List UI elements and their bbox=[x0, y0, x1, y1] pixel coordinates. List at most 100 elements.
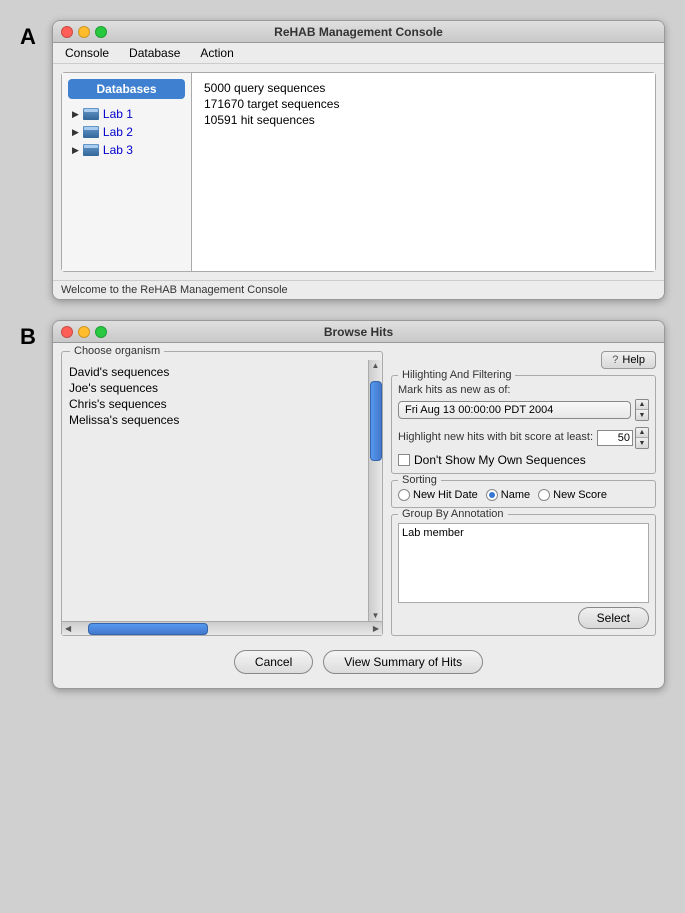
db-item-lab3[interactable]: ▶ Lab 3 bbox=[68, 141, 185, 159]
scrollbar-thumb-vert[interactable] bbox=[370, 381, 382, 461]
window-b-title: Browse Hits bbox=[324, 325, 393, 339]
window-a-content: Databases ▶ Lab 1 ▶ Lab 2 ▶ Lab 3 bbox=[61, 72, 656, 272]
databases-header: Databases bbox=[68, 79, 185, 99]
traffic-lights-a bbox=[61, 26, 107, 38]
info-line-3: 10591 hit sequences bbox=[204, 113, 643, 127]
minimize-button-a[interactable] bbox=[78, 26, 90, 38]
radio-label-new-hit-date: New Hit Date bbox=[413, 489, 478, 501]
scrollbar-thumb-horiz[interactable] bbox=[88, 623, 208, 635]
stepper-up-icon[interactable]: ▲ bbox=[636, 400, 648, 410]
highlight-label: Highlight new hits with bit score at lea… bbox=[398, 431, 593, 443]
title-bar-a: ReHAB Management Console bbox=[53, 21, 664, 43]
list-item[interactable]: Chris's sequences bbox=[66, 396, 364, 412]
score-row: Highlight new hits with bit score at lea… bbox=[398, 427, 649, 449]
info-line-2: 171670 target sequences bbox=[204, 97, 643, 111]
db-icon-lab1 bbox=[83, 108, 99, 120]
db-item-lab1[interactable]: ▶ Lab 1 bbox=[68, 105, 185, 123]
help-button-label: Help bbox=[622, 354, 645, 366]
score-stepper[interactable]: ▲ ▼ bbox=[635, 427, 649, 449]
browse-main: Choose organism David's sequences Joe's … bbox=[61, 351, 656, 636]
select-button[interactable]: Select bbox=[578, 607, 649, 629]
radio-new-hit-date[interactable]: New Hit Date bbox=[398, 489, 478, 501]
triangle-icon: ▶ bbox=[72, 145, 79, 156]
score-stepper-down-icon[interactable]: ▼ bbox=[636, 438, 648, 448]
menu-database[interactable]: Database bbox=[125, 45, 184, 61]
help-row: ? Help bbox=[391, 351, 656, 369]
date-stepper[interactable]: ▲ ▼ bbox=[635, 399, 649, 421]
triangle-icon: ▶ bbox=[72, 109, 79, 120]
window-b: Browse Hits Choose organism David's sequ… bbox=[52, 320, 665, 689]
dont-show-label: Don't Show My Own Sequences bbox=[414, 453, 586, 467]
close-button-a[interactable] bbox=[61, 26, 73, 38]
radio-label-new-score: New Score bbox=[553, 489, 607, 501]
list-item[interactable]: Melissa's sequences bbox=[66, 412, 364, 428]
zoom-button-a[interactable] bbox=[95, 26, 107, 38]
view-summary-button[interactable]: View Summary of Hits bbox=[323, 650, 483, 674]
organism-list[interactable]: David's sequences Joe's sequences Chris'… bbox=[62, 360, 368, 621]
traffic-lights-b bbox=[61, 326, 107, 338]
db-icon-lab3 bbox=[83, 144, 99, 156]
date-value: Fri Aug 13 00:00:00 PDT 2004 bbox=[405, 404, 553, 416]
window-a: ReHAB Management Console Console Databas… bbox=[52, 20, 665, 300]
db-icon-lab2 bbox=[83, 126, 99, 138]
info-panel: 5000 query sequences 171670 target seque… bbox=[192, 73, 655, 271]
section-b-label: B bbox=[20, 324, 44, 350]
filtering-legend: Hilighting And Filtering bbox=[398, 369, 515, 381]
sorting-group: Sorting New Hit Date Name bbox=[391, 480, 656, 508]
dont-show-row: Don't Show My Own Sequences bbox=[398, 453, 649, 467]
help-button[interactable]: ? Help bbox=[601, 351, 656, 369]
choose-organism-group: Choose organism David's sequences Joe's … bbox=[61, 351, 383, 636]
scroll-down-icon[interactable]: ▼ bbox=[369, 610, 382, 621]
radio-name[interactable]: Name bbox=[486, 489, 530, 501]
select-btn-row: Select bbox=[398, 607, 649, 629]
sorting-legend: Sorting bbox=[398, 474, 441, 486]
scroll-up-icon[interactable]: ▲ bbox=[369, 360, 382, 371]
score-value-box: ▲ ▼ bbox=[597, 427, 649, 449]
db-label-lab1: Lab 1 bbox=[103, 107, 133, 121]
dont-show-checkbox[interactable] bbox=[398, 454, 410, 466]
db-item-lab2[interactable]: ▶ Lab 2 bbox=[68, 123, 185, 141]
window-a-title: ReHAB Management Console bbox=[274, 25, 443, 39]
annotation-item[interactable]: Lab member bbox=[402, 527, 645, 539]
list-item[interactable]: Joe's sequences bbox=[66, 380, 364, 396]
score-stepper-up-icon[interactable]: ▲ bbox=[636, 428, 648, 438]
menu-console[interactable]: Console bbox=[61, 45, 113, 61]
horizontal-scrollbar[interactable]: ◀ ▶ bbox=[62, 621, 382, 635]
minimize-button-b[interactable] bbox=[78, 326, 90, 338]
zoom-button-b[interactable] bbox=[95, 326, 107, 338]
triangle-icon: ▶ bbox=[72, 127, 79, 138]
section-b: B Browse Hits Choose organism David's se… bbox=[20, 320, 665, 689]
radio-circle-new-score[interactable] bbox=[538, 489, 550, 501]
stepper-down-icon[interactable]: ▼ bbox=[636, 410, 648, 420]
annotation-list[interactable]: Lab member bbox=[398, 523, 649, 603]
date-select[interactable]: Fri Aug 13 00:00:00 PDT 2004 bbox=[398, 401, 631, 419]
radio-label-name: Name bbox=[501, 489, 530, 501]
date-select-row: Fri Aug 13 00:00:00 PDT 2004 ▲ ▼ bbox=[398, 399, 649, 421]
help-icon: ? bbox=[612, 354, 618, 366]
list-scroll-wrapper: David's sequences Joe's sequences Chris'… bbox=[62, 360, 382, 621]
info-line-1: 5000 query sequences bbox=[204, 81, 643, 95]
cancel-button[interactable]: Cancel bbox=[234, 650, 313, 674]
radio-circle-name[interactable] bbox=[486, 489, 498, 501]
annotation-group: Group By Annotation Lab member Select bbox=[391, 514, 656, 636]
databases-panel: Databases ▶ Lab 1 ▶ Lab 2 ▶ Lab 3 bbox=[62, 73, 192, 271]
right-panel: ? Help Hilighting And Filtering Mark hit… bbox=[391, 351, 656, 636]
scroll-left-icon[interactable]: ◀ bbox=[62, 623, 74, 634]
status-bar-a: Welcome to the ReHAB Management Console bbox=[53, 280, 664, 299]
organism-panel: Choose organism David's sequences Joe's … bbox=[61, 351, 383, 636]
window-b-content: Choose organism David's sequences Joe's … bbox=[53, 343, 664, 688]
menu-action[interactable]: Action bbox=[196, 45, 237, 61]
vertical-scrollbar[interactable]: ▲ ▼ bbox=[368, 360, 382, 621]
section-a-label: A bbox=[20, 24, 44, 50]
sorting-radio-row: New Hit Date Name New Score bbox=[398, 489, 649, 501]
filtering-group: Hilighting And Filtering Mark hits as ne… bbox=[391, 375, 656, 474]
radio-circle-new-hit-date[interactable] bbox=[398, 489, 410, 501]
score-input[interactable] bbox=[597, 430, 633, 446]
close-button-b[interactable] bbox=[61, 326, 73, 338]
list-item[interactable]: David's sequences bbox=[66, 364, 364, 380]
mark-hits-label: Mark hits as new as of: bbox=[398, 384, 649, 396]
radio-new-score[interactable]: New Score bbox=[538, 489, 607, 501]
scroll-right-icon[interactable]: ▶ bbox=[370, 623, 382, 634]
db-label-lab2: Lab 2 bbox=[103, 125, 133, 139]
title-bar-b: Browse Hits bbox=[53, 321, 664, 343]
